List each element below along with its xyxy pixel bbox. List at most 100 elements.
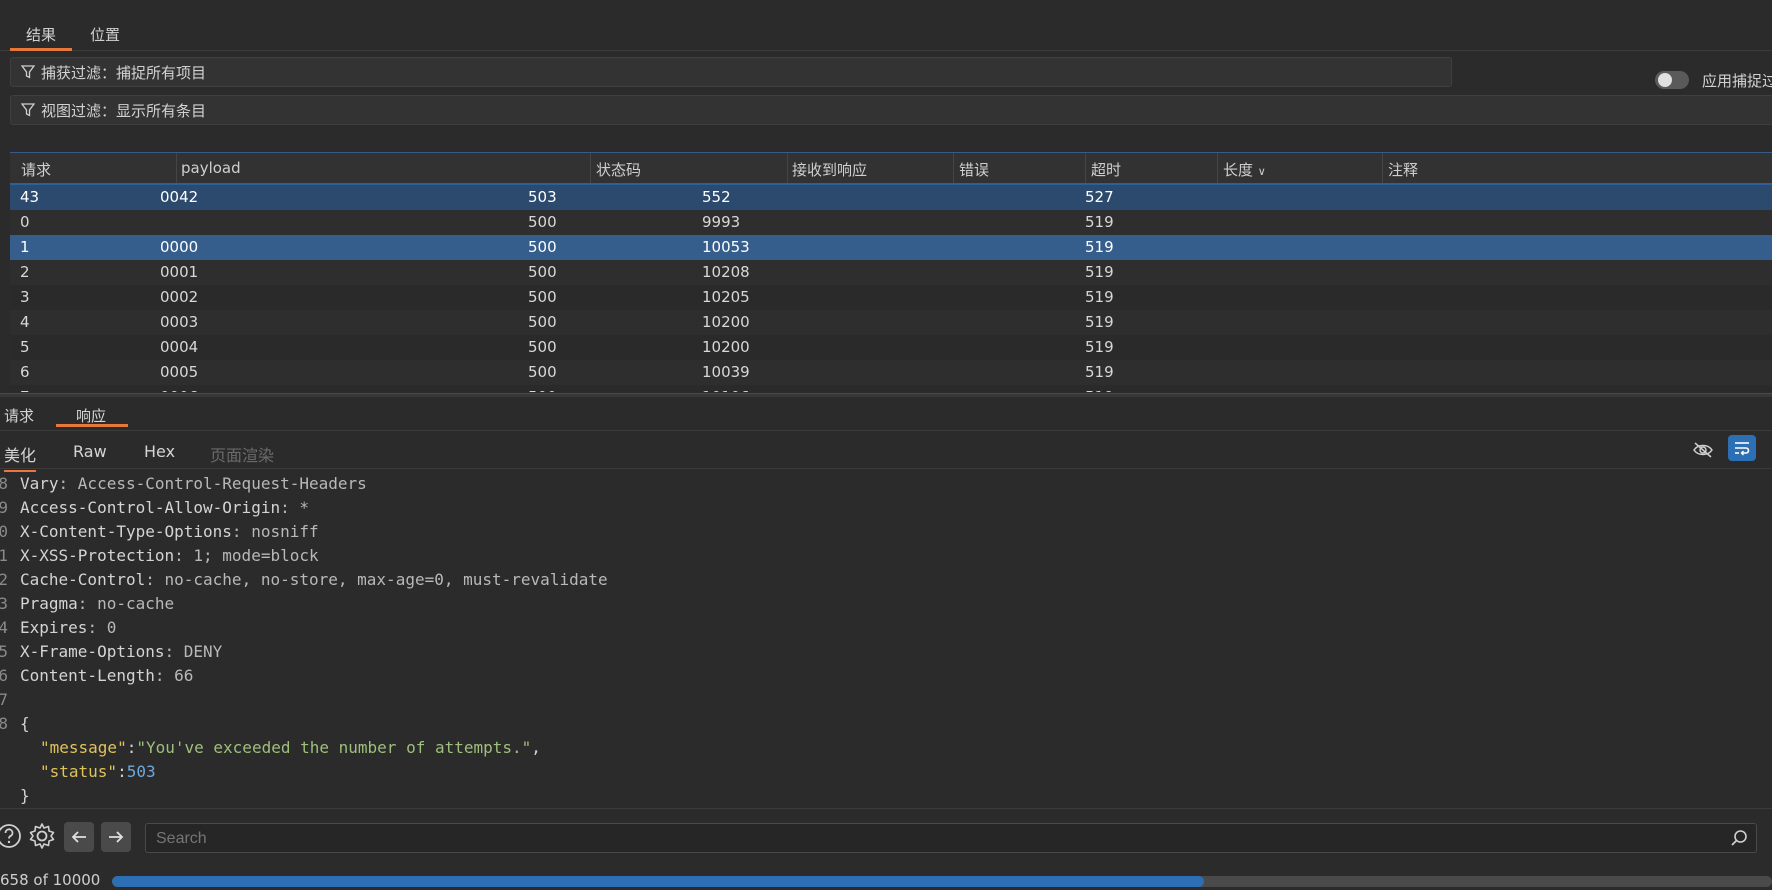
cell-length: 519	[1085, 313, 1114, 331]
line-number: 7	[0, 690, 8, 709]
next-arrow-icon[interactable]	[101, 822, 131, 852]
table-row[interactable]: 43 0042 503 552 527	[10, 185, 1772, 210]
header-line: Content-Length: 66	[20, 666, 193, 685]
help-icon[interactable]	[0, 821, 24, 851]
cell-length: 519	[1085, 388, 1114, 392]
progress-fill	[112, 876, 1205, 887]
response-editor[interactable]: 8 Vary: Access-Control-Request-Headers 9 Ac…	[0, 470, 1772, 808]
table-row[interactable]: 2 0001 500 10208 519	[10, 260, 1772, 285]
filter-icon	[21, 65, 35, 79]
progress-count: 658 of 10000	[0, 871, 101, 889]
column-divider[interactable]	[1382, 153, 1383, 183]
table-row[interactable]: 5 0004 500 10200 519	[10, 335, 1772, 360]
bottom-toolbar: 658 of 10000	[0, 808, 1772, 890]
table-row[interactable]: 4 0003 500 10200 519	[10, 310, 1772, 335]
table-row[interactable]: 1 0000 500 10053 519	[10, 235, 1772, 260]
header-value: : no-cache, no-store, max-age=0, must-re…	[145, 570, 608, 589]
header-value: : nosniff	[231, 522, 319, 541]
view-filter-label: 视图过滤：显示所有条目	[41, 101, 207, 120]
cell-payload: 0002	[160, 288, 199, 306]
cell-request: 3	[20, 288, 30, 306]
hide-eye-icon[interactable]	[1688, 435, 1718, 465]
table-row[interactable]: 7 0006 500 10106 519	[10, 385, 1772, 392]
column-divider[interactable]	[1217, 153, 1218, 183]
settings-gear-icon[interactable]	[27, 821, 57, 851]
cell-length: 519	[1085, 338, 1114, 356]
cell-payload: 0042	[160, 188, 199, 206]
header-line: Pragma: no-cache	[20, 594, 174, 613]
cell-request: 6	[20, 363, 30, 381]
table-row[interactable]: 6 0005 500 10039 519	[10, 360, 1772, 385]
cell-status: 500	[528, 263, 557, 281]
column-header-length[interactable]: 长度 ∨	[1223, 159, 1266, 180]
header-name: Expires	[20, 618, 88, 637]
header-value: : Access-Control-Request-Headers	[58, 474, 367, 493]
column-divider[interactable]	[953, 153, 954, 183]
table-header: 请求 payload 状态码 接收到响应 错误 超时 长度 ∨ 注释	[10, 153, 1772, 185]
header-name: X-Frame-Options	[20, 642, 165, 661]
column-header-payload[interactable]: payload	[181, 159, 241, 177]
column-header-comment[interactable]: 注释	[1388, 159, 1418, 180]
cell-request: 0	[20, 213, 30, 231]
view-mode-tab-bar: 美化 Raw Hex 页面渲染	[0, 432, 1772, 472]
search-input[interactable]	[154, 827, 1718, 851]
table-row[interactable]: 3 0002 500 10205 519	[10, 285, 1772, 310]
previous-arrow-icon[interactable]	[64, 822, 94, 852]
view-filter-bar[interactable]: 视图过滤：显示所有条目	[10, 95, 1772, 125]
table-row[interactable]: 0 500 9993 519	[10, 210, 1772, 235]
column-header-request[interactable]: 请求	[21, 159, 51, 180]
cell-payload: 0000	[160, 238, 199, 256]
tab-results[interactable]: 结果	[10, 24, 72, 51]
header-line: X-Frame-Options: DENY	[20, 642, 222, 661]
header-line: Cache-Control: no-cache, no-store, max-a…	[20, 570, 608, 589]
cell-request: 43	[20, 188, 40, 206]
cell-status: 500	[528, 288, 557, 306]
cell-response-time: 10205	[702, 288, 750, 306]
header-value: : 66	[154, 666, 194, 685]
cell-length: 519	[1085, 363, 1114, 381]
pane-splitter[interactable]	[0, 393, 1772, 397]
header-line: Access-Control-Allow-Origin: *	[20, 498, 309, 517]
json-colon: :	[117, 762, 127, 781]
column-header-error[interactable]: 错误	[959, 159, 989, 180]
column-divider[interactable]	[590, 153, 591, 183]
cell-response-time: 10039	[702, 363, 750, 381]
json-key-status: "status"	[40, 762, 118, 781]
column-header-timeout[interactable]: 超时	[1091, 159, 1121, 180]
json-value-message: "You've exceeded the number of attempts.…	[136, 738, 532, 757]
header-value: : no-cache	[77, 594, 175, 613]
json-line: {	[20, 714, 30, 733]
capture-filter-bar[interactable]: 捕获过滤：捕捉所有项目	[10, 57, 1452, 87]
tab-positions[interactable]: 位置	[90, 24, 120, 48]
toggle-knob	[1658, 73, 1672, 87]
tab-request[interactable]: 请求	[4, 405, 34, 426]
capture-filter-label: 捕获过滤：捕捉所有项目	[41, 63, 207, 82]
json-brace-close: }	[20, 786, 30, 805]
progress-bar	[112, 876, 1772, 887]
column-divider[interactable]	[1085, 153, 1086, 183]
cell-status: 500	[528, 338, 557, 356]
tab-pretty[interactable]: 美化	[4, 442, 37, 472]
table-body: 43 0042 503 552 527 0 500 9993 519 1 0000 500 10053 5…	[10, 185, 1772, 392]
column-divider[interactable]	[787, 153, 788, 183]
json-line: "message":"You've exceeded the number of…	[40, 738, 541, 757]
tab-hex[interactable]: Hex	[144, 442, 175, 461]
apply-capture-filter-toggle[interactable]	[1655, 71, 1689, 89]
tab-raw[interactable]: Raw	[73, 442, 107, 461]
search-icon[interactable]	[1730, 829, 1748, 851]
header-line: X-Content-Type-Options: nosniff	[20, 522, 319, 541]
results-table: 请求 payload 状态码 接收到响应 错误 超时 长度 ∨ 注释 43 004…	[10, 152, 1772, 392]
line-number: 8	[0, 474, 8, 493]
json-key-message: "message"	[40, 738, 127, 757]
tab-render[interactable]: 页面渲染	[210, 442, 274, 466]
cell-payload: 0006	[160, 388, 198, 392]
column-divider[interactable]	[176, 153, 177, 183]
header-name: Vary	[20, 474, 59, 493]
cell-length: 519	[1085, 213, 1114, 231]
column-header-response-received[interactable]: 接收到响应	[792, 159, 867, 180]
column-header-status[interactable]: 状态码	[596, 159, 641, 180]
cell-request: 1	[20, 238, 30, 256]
word-wrap-icon[interactable]	[1728, 435, 1756, 461]
tab-response[interactable]: 响应	[56, 405, 128, 427]
header-name: X-XSS-Protection	[20, 546, 175, 565]
